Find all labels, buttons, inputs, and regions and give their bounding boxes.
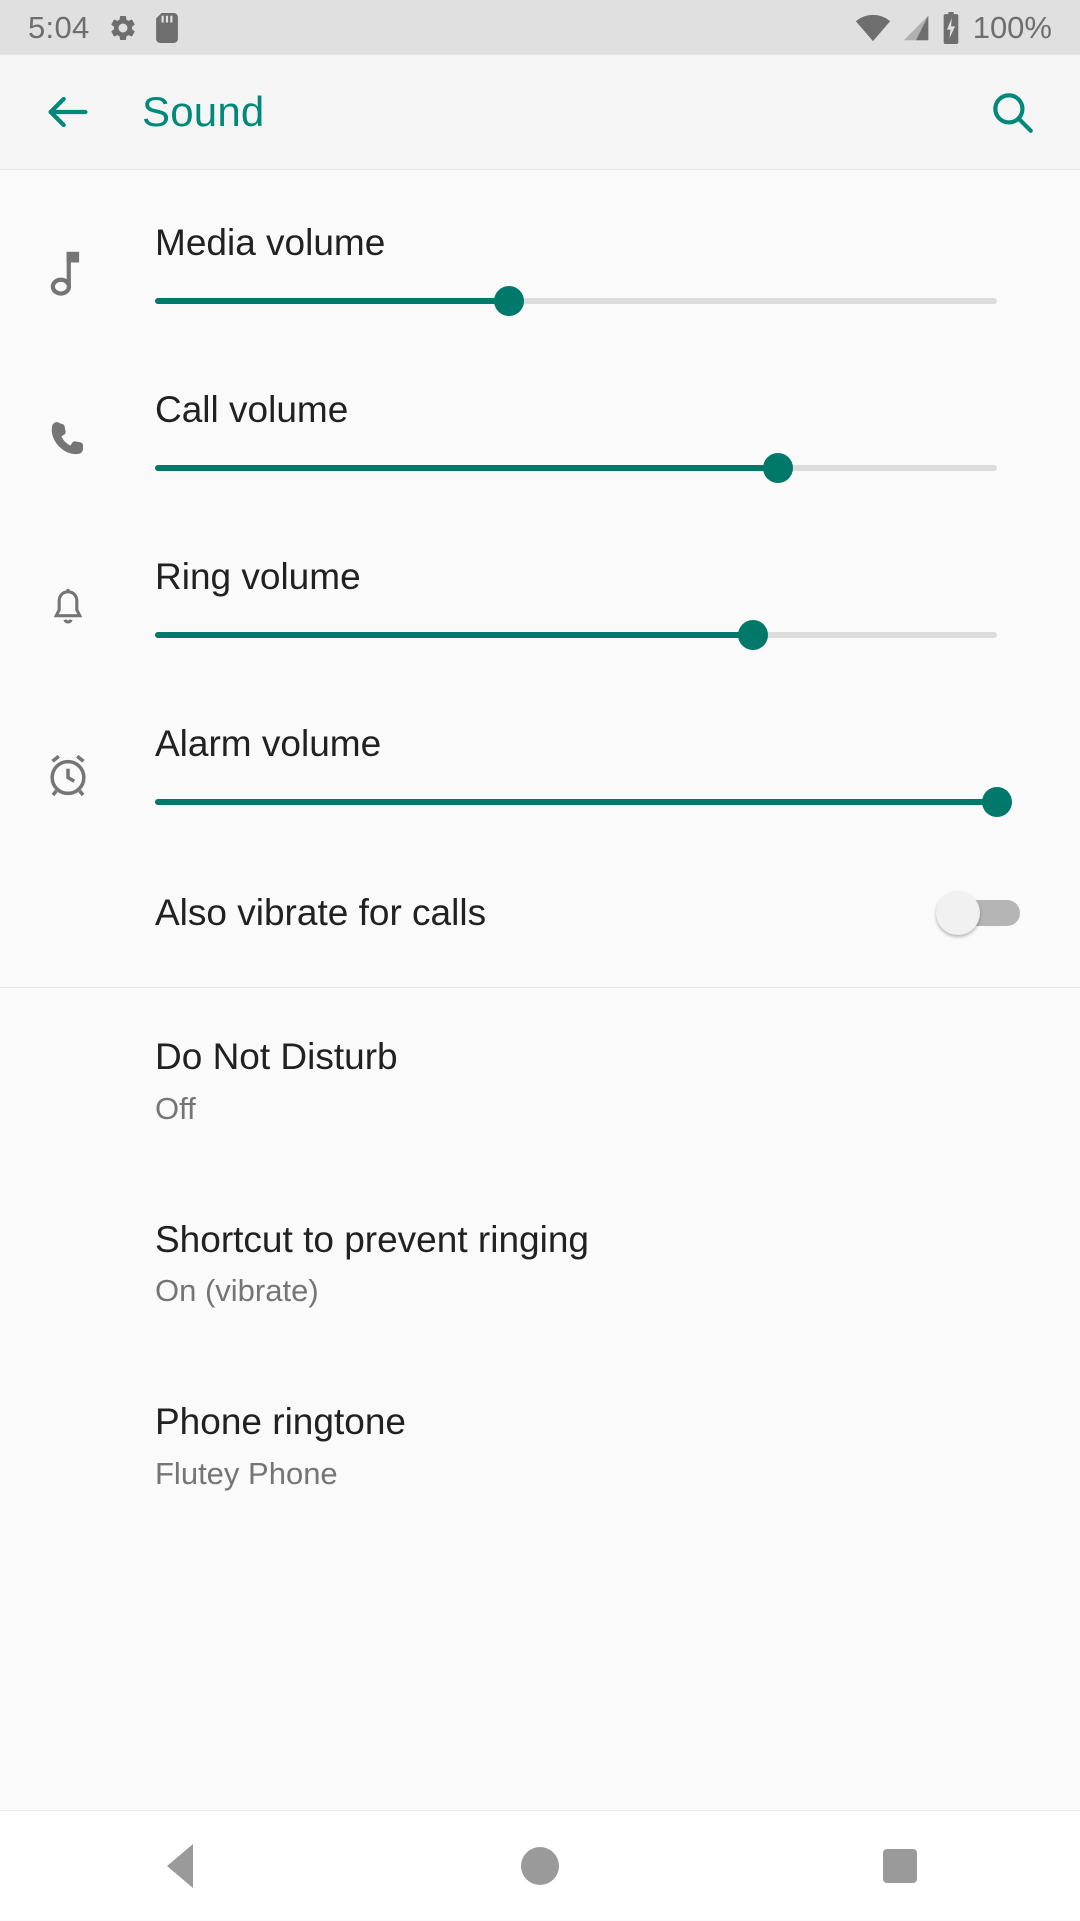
status-bar-left: 5:04 [28,10,178,46]
list-item-do-not-disturb[interactable]: Do Not Disturb Off [0,988,1080,1171]
status-bar-clock: 5:04 [28,10,90,46]
alarm-volume-label: Alarm volume [155,723,381,765]
navigation-bar [0,1810,1080,1920]
alarm-volume-row[interactable]: Alarm volume [0,671,1080,838]
sd-card-icon [156,13,178,43]
media-volume-label: Media volume [155,222,385,264]
list-item-subtitle: Flutey Phone [155,1456,1020,1492]
search-icon[interactable] [980,80,1044,144]
app-bar: Sound [0,55,1080,170]
also-vibrate-for-calls-toggle[interactable] [936,896,1020,930]
status-bar-right: 100% [855,10,1052,46]
battery-percent-label: 100% [973,10,1052,46]
also-vibrate-for-calls-row[interactable]: Also vibrate for calls [0,838,1080,988]
call-volume-slider[interactable] [155,465,997,471]
status-bar: 5:04 [0,0,1080,55]
slider-fill [155,465,778,471]
toggle-thumb [936,891,980,935]
slider-fill [155,799,997,805]
slider-fill [155,298,509,304]
page-title: Sound [142,88,264,136]
slider-thumb[interactable] [738,620,768,650]
music-note-icon [38,244,98,304]
list-item-subtitle: On (vibrate) [155,1273,1020,1309]
nav-home-icon[interactable] [480,1811,600,1921]
nav-back-icon[interactable] [120,1811,240,1921]
list-item-title: Shortcut to prevent ringing [155,1219,1020,1262]
slider-thumb[interactable] [982,787,1012,817]
ring-volume-row[interactable]: Ring volume [0,504,1080,671]
also-vibrate-for-calls-label: Also vibrate for calls [155,892,486,934]
list-item-subtitle: Off [155,1091,1020,1127]
wifi-icon [855,13,891,43]
gear-icon [108,13,138,43]
media-volume-row[interactable]: Media volume [0,170,1080,337]
media-volume-slider[interactable] [155,298,997,304]
list-item-title: Phone ringtone [155,1401,1020,1444]
list-item-title: Do Not Disturb [155,1036,1020,1079]
alarm-clock-icon [38,745,98,805]
call-volume-label: Call volume [155,389,348,431]
back-arrow-icon[interactable] [36,80,100,144]
phone-icon [38,411,98,471]
slider-thumb[interactable] [494,286,524,316]
battery-charging-icon [941,12,961,44]
ring-volume-label: Ring volume [155,556,361,598]
slider-fill [155,632,753,638]
bell-icon [38,578,98,638]
call-volume-row[interactable]: Call volume [0,337,1080,504]
list-item-phone-ringtone[interactable]: Phone ringtone Flutey Phone [0,1353,1080,1536]
slider-thumb[interactable] [763,453,793,483]
nav-recents-icon[interactable] [840,1811,960,1921]
ring-volume-slider[interactable] [155,632,997,638]
settings-content: Media volume Call volume R [0,170,1080,1536]
cellular-signal-icon [901,13,931,43]
alarm-volume-slider[interactable] [155,799,997,805]
list-item-shortcut-to-prevent-ringing[interactable]: Shortcut to prevent ringing On (vibrate) [0,1171,1080,1354]
